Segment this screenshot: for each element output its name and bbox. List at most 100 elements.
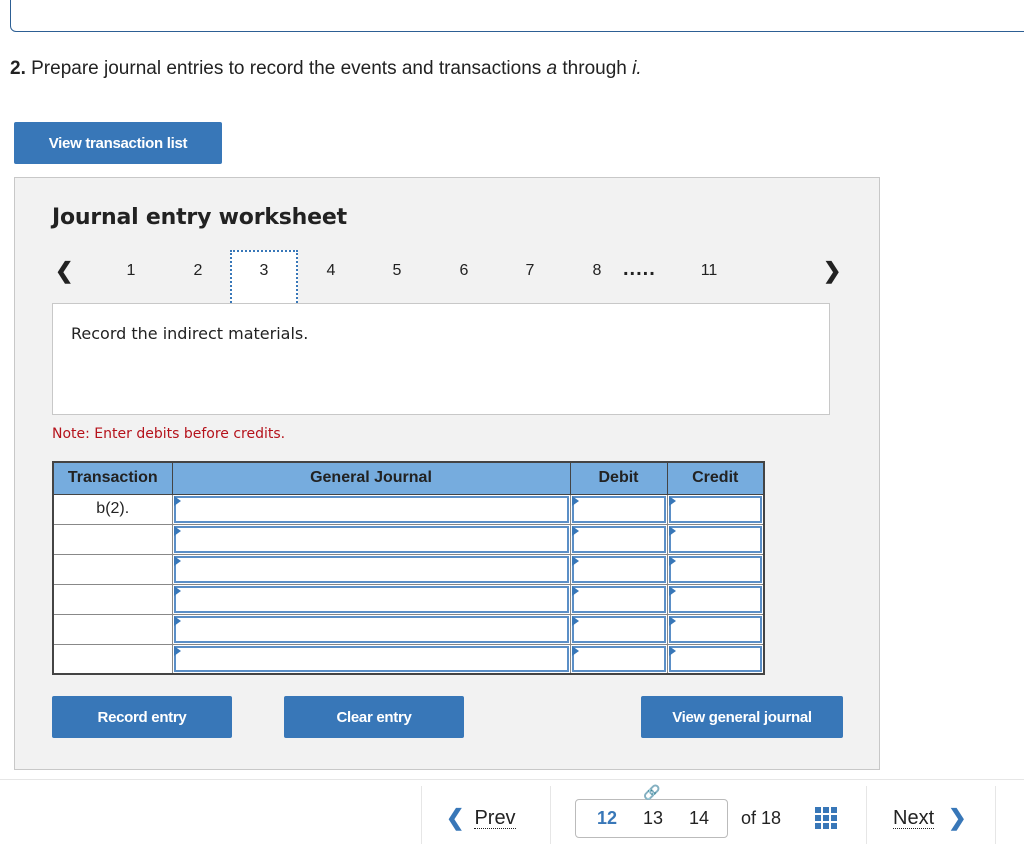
account-input[interactable] [173, 585, 569, 613]
debit-input[interactable] [571, 615, 666, 643]
transaction-cell [52, 643, 173, 675]
credit-input[interactable] [668, 615, 762, 643]
table-row [52, 523, 765, 555]
prev-button[interactable]: ❮ Prev [446, 805, 516, 831]
debits-note: Note: Enter debits before credits. [52, 426, 286, 442]
account-input-cell [171, 523, 571, 555]
previous-answer-box [10, 0, 1024, 32]
header-debit: Debit [569, 461, 668, 495]
dropdown-marker-icon [173, 555, 181, 566]
dropdown-marker-icon [173, 615, 181, 626]
footer-divider [0, 779, 1024, 780]
question-prompt: 2. Prepare journal entries to record the… [10, 58, 642, 80]
credit-input-cell [666, 583, 765, 615]
next-button[interactable]: Next ❯ [893, 805, 967, 831]
dropdown-marker-icon [173, 525, 181, 536]
credit-input-cell [666, 613, 765, 645]
footer-page-12-current[interactable]: 12 [597, 808, 617, 829]
account-input-cell [171, 613, 571, 645]
account-input[interactable] [173, 645, 569, 672]
worksheet-page-1[interactable]: 1 [119, 262, 143, 280]
table-row [52, 553, 765, 585]
footer-separator [995, 786, 996, 844]
debit-input-cell [569, 523, 668, 555]
worksheet-page-11[interactable]: 11 [697, 262, 721, 280]
debit-input[interactable] [571, 555, 666, 583]
dropdown-marker-icon [571, 585, 579, 596]
view-general-journal-button[interactable]: View general journal [641, 696, 843, 738]
question-italic-a: a [546, 58, 558, 79]
dropdown-marker-icon [173, 495, 181, 506]
transaction-description-box: Record the indirect materials. [52, 303, 830, 415]
journal-table: Transaction General Journal Debit Credit… [52, 461, 765, 675]
credit-input[interactable] [668, 495, 762, 523]
worksheet-page-7[interactable]: 7 [518, 262, 542, 280]
worksheet-page-5[interactable]: 5 [385, 262, 409, 280]
account-input[interactable] [173, 615, 569, 643]
worksheet-page-2[interactable]: 2 [186, 262, 210, 280]
dropdown-marker-icon [571, 495, 579, 506]
debit-input-cell [569, 553, 668, 585]
account-input-cell [171, 553, 571, 585]
worksheet-title: Journal entry worksheet [52, 205, 347, 230]
debit-input-cell [569, 583, 668, 615]
worksheet-page-6[interactable]: 6 [452, 262, 476, 280]
chevron-left-icon[interactable]: ❮ [55, 258, 73, 284]
debit-input-cell [569, 613, 668, 645]
header-general-journal: General Journal [171, 461, 571, 495]
grid-icon[interactable] [815, 807, 837, 829]
dropdown-marker-icon [571, 555, 579, 566]
chevron-right-icon: ❯ [948, 805, 967, 830]
footer-page-14[interactable]: 14 [689, 808, 709, 829]
dropdown-marker-icon [173, 645, 181, 656]
credit-input-cell [666, 643, 765, 675]
worksheet-page-3-active[interactable]: 3 [230, 250, 298, 306]
credit-input[interactable] [668, 645, 762, 672]
question-number: 2. [10, 58, 26, 79]
credit-input[interactable] [668, 555, 762, 583]
question-text-mid: through [557, 58, 633, 79]
link-icon: 🔗 [641, 784, 663, 800]
record-entry-button[interactable]: Record entry [52, 696, 232, 738]
footer-page-13[interactable]: 13 [643, 808, 663, 829]
journal-entry-worksheet: Journal entry worksheet ❮ 1 2 3 4 5 6 7 … [14, 177, 880, 770]
table-header-row: Transaction General Journal Debit Credit [52, 461, 765, 495]
account-input[interactable] [173, 525, 569, 553]
worksheet-page-8[interactable]: 8 [585, 262, 609, 280]
account-input-cell [171, 583, 571, 615]
footer-separator [421, 786, 422, 844]
chevron-right-icon[interactable]: ❯ [823, 258, 841, 284]
account-input[interactable] [173, 555, 569, 583]
credit-input[interactable] [668, 585, 762, 613]
table-row [52, 643, 765, 675]
view-transaction-list-button[interactable]: View transaction list [14, 122, 222, 164]
debit-input[interactable] [571, 585, 666, 613]
credit-input[interactable] [668, 525, 762, 553]
footer-separator [866, 786, 867, 844]
total-pages: of 18 [741, 808, 782, 828]
prev-label: Prev [474, 806, 516, 829]
debit-input[interactable] [571, 495, 666, 523]
dropdown-marker-icon [668, 615, 676, 626]
dropdown-marker-icon [668, 495, 676, 506]
transaction-cell [52, 523, 173, 555]
clear-entry-button[interactable]: Clear entry [284, 696, 464, 738]
header-credit: Credit [666, 461, 765, 495]
account-input[interactable] [173, 495, 569, 523]
debit-input-cell [569, 643, 668, 675]
dropdown-marker-icon [571, 645, 579, 656]
dropdown-marker-icon [571, 615, 579, 626]
header-transaction: Transaction [52, 461, 173, 495]
worksheet-page-4[interactable]: 4 [319, 262, 343, 280]
credit-input-cell [666, 523, 765, 555]
credit-input-cell [666, 493, 765, 525]
transaction-description: Record the indirect materials. [71, 324, 309, 343]
dropdown-marker-icon [668, 525, 676, 536]
dropdown-marker-icon [668, 585, 676, 596]
transaction-cell: b(2). [52, 493, 173, 525]
debit-input[interactable] [571, 525, 666, 553]
debit-input[interactable] [571, 645, 666, 672]
dropdown-marker-icon [668, 555, 676, 566]
credit-input-cell [666, 553, 765, 585]
pages-ellipsis: ..... [623, 258, 656, 280]
